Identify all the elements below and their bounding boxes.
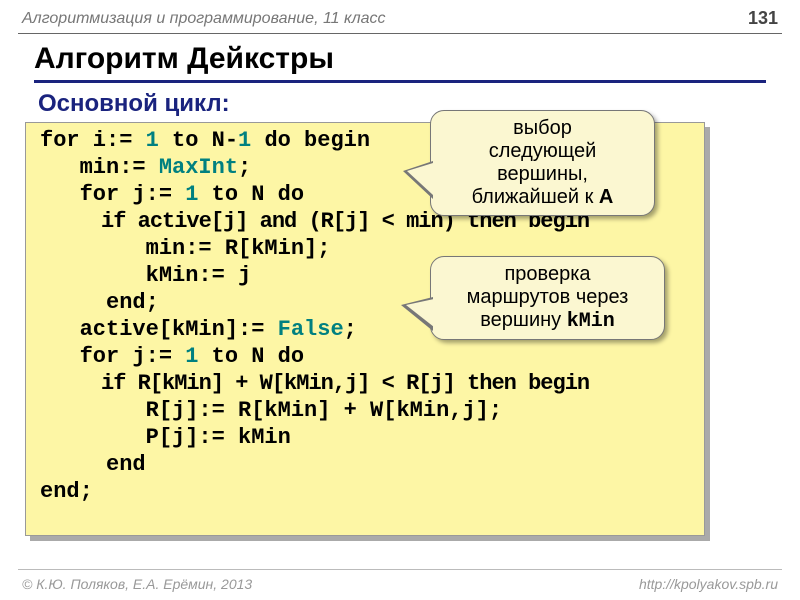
code-line: min:= R[kMin]; — [40, 236, 330, 261]
top-rule — [18, 33, 782, 34]
code-line: end — [40, 452, 146, 477]
page-number: 131 — [748, 8, 778, 29]
code-line: kMin:= j — [40, 263, 251, 288]
code-line: for j:= 1 to N do — [40, 344, 304, 369]
code-line: end; — [40, 290, 159, 315]
footer-copyright: © К.Ю. Поляков, Е.А. Ерёмин, 2013 — [22, 576, 252, 592]
code-line: end; — [40, 479, 93, 504]
footer-url: http://kpolyakov.spb.ru — [639, 576, 778, 592]
subtitle: Основной цикл: — [38, 90, 230, 118]
code-line: for j:= 1 to N do — [40, 182, 304, 207]
code-line: min:= MaxInt; — [40, 155, 251, 180]
code-line: if R[kMin] + W[kMin,j] < R[j] then begin — [40, 371, 589, 396]
callout-vertex-select: выбор следующей вершины, ближайшей к A — [430, 110, 655, 216]
callout-tail — [407, 163, 433, 195]
callout-tail — [406, 299, 434, 327]
code-line: P[j]:= kMin — [40, 425, 291, 450]
code-line: R[j]:= R[kMin] + W[kMin,j]; — [40, 398, 502, 423]
code-line: for i:= 1 to N-1 do begin — [40, 128, 370, 153]
code-line: active[kMin]:= False; — [40, 317, 357, 342]
page-title: Алгоритм Дейкстры — [34, 42, 766, 83]
footer-rule — [18, 569, 782, 570]
chapter-label: Алгоритмизация и программирование, 11 кл… — [22, 10, 386, 28]
callout-route-check: проверка маршрутов через вершину kMin — [430, 256, 665, 340]
slide: Алгоритмизация и программирование, 11 кл… — [0, 0, 800, 600]
